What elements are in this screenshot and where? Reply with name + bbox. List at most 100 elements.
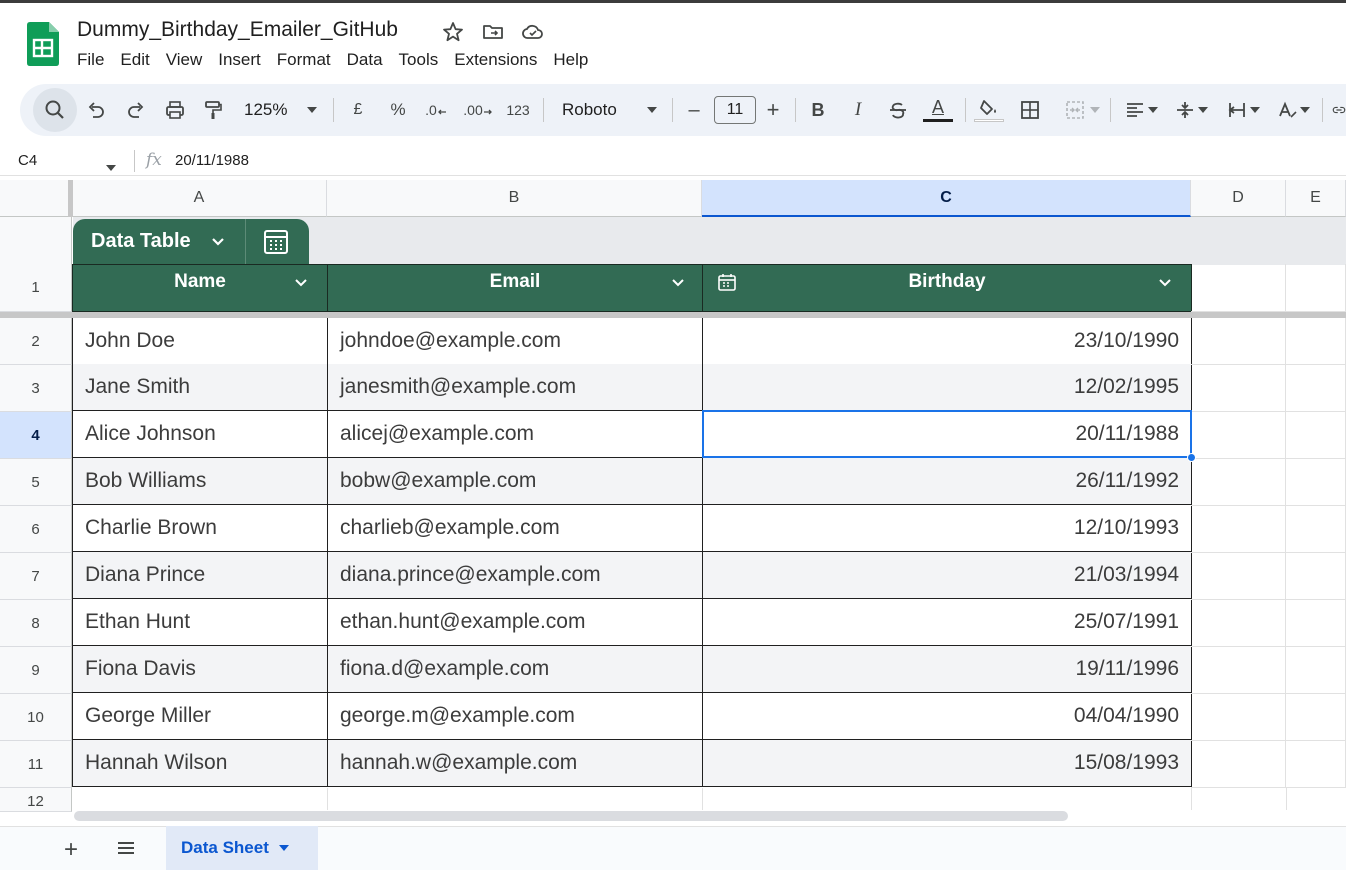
column-header-d[interactable]: D xyxy=(1191,180,1286,217)
table-calculator-icon[interactable] xyxy=(262,228,290,261)
cell-email[interactable]: hannah.w@example.com xyxy=(327,740,703,787)
menu-file[interactable]: File xyxy=(77,50,104,72)
document-title[interactable]: Dummy_Birthday_Emailer_GitHub xyxy=(77,18,398,42)
select-all-corner[interactable] xyxy=(0,180,72,217)
empty-cell[interactable] xyxy=(1286,741,1346,788)
cell-name[interactable]: George Miller xyxy=(72,693,328,740)
decrease-font-size-button[interactable]: – xyxy=(682,96,706,124)
cell-birthday-selected[interactable]: 20/11/1988 xyxy=(702,411,1192,458)
empty-cell[interactable] xyxy=(1286,365,1346,412)
empty-cell[interactable] xyxy=(1286,506,1346,553)
text-rotation-button[interactable] xyxy=(1272,96,1314,124)
vertical-align-button[interactable] xyxy=(1170,96,1212,124)
name-box-caret-icon[interactable] xyxy=(106,158,116,176)
menu-tools[interactable]: Tools xyxy=(399,50,439,72)
cell-name[interactable]: Ethan Hunt xyxy=(72,599,328,646)
redo-button[interactable] xyxy=(124,96,148,124)
font-size-input[interactable]: 11 xyxy=(714,96,756,124)
all-sheets-menu-icon[interactable] xyxy=(116,838,136,863)
empty-cell[interactable] xyxy=(1286,318,1346,365)
empty-cell[interactable] xyxy=(1286,264,1346,312)
sheets-logo-icon[interactable] xyxy=(27,22,59,66)
print-button[interactable] xyxy=(163,96,187,124)
empty-cell[interactable] xyxy=(1191,412,1286,459)
cell-birthday[interactable]: 04/04/1990 xyxy=(702,693,1192,740)
empty-cell[interactable] xyxy=(1191,318,1286,365)
row-header-1[interactable]: 1 xyxy=(0,264,72,312)
cell-birthday[interactable]: 23/10/1990 xyxy=(702,318,1192,365)
cell-email[interactable]: johndoe@example.com xyxy=(327,318,703,365)
move-folder-icon[interactable] xyxy=(481,20,505,44)
cell-birthday[interactable]: 12/10/1993 xyxy=(702,505,1192,552)
decrease-decimal-button[interactable]: .0 xyxy=(422,96,450,124)
cell-email[interactable]: alicej@example.com xyxy=(327,411,703,458)
cell-email[interactable]: charlieb@example.com xyxy=(327,505,703,552)
add-sheet-button[interactable]: + xyxy=(64,836,78,864)
empty-cell[interactable] xyxy=(1191,694,1286,741)
cell-email[interactable]: fiona.d@example.com xyxy=(327,646,703,693)
menu-help[interactable]: Help xyxy=(553,50,588,72)
menu-format[interactable]: Format xyxy=(277,50,331,72)
empty-cell[interactable] xyxy=(1286,647,1346,694)
cell-email[interactable]: ethan.hunt@example.com xyxy=(327,599,703,646)
row-header-12[interactable]: 12 xyxy=(0,788,72,812)
empty-cell[interactable] xyxy=(1191,741,1286,788)
horizontal-align-button[interactable] xyxy=(1120,96,1162,124)
cell-birthday[interactable]: 15/08/1993 xyxy=(702,740,1192,787)
menu-view[interactable]: View xyxy=(166,50,203,72)
zoom-select[interactable]: 125% xyxy=(240,96,326,124)
cell-email[interactable]: bobw@example.com xyxy=(327,458,703,505)
row-header-7[interactable]: 7 xyxy=(0,553,72,600)
empty-cell[interactable] xyxy=(1286,459,1346,506)
cell-name[interactable]: Bob Williams xyxy=(72,458,328,505)
row-header-2[interactable]: 2 xyxy=(0,318,72,365)
cell-email[interactable]: george.m@example.com xyxy=(327,693,703,740)
menu-insert[interactable]: Insert xyxy=(218,50,261,72)
text-color-button[interactable]: A xyxy=(922,96,954,124)
cell-name[interactable]: Fiona Davis xyxy=(72,646,328,693)
row-header-11[interactable]: 11 xyxy=(0,741,72,788)
increase-font-size-button[interactable]: + xyxy=(761,96,785,124)
cloud-saved-icon[interactable] xyxy=(521,20,545,44)
empty-cell[interactable] xyxy=(1191,647,1286,694)
table-header-email[interactable]: Email xyxy=(327,264,703,312)
empty-cell[interactable] xyxy=(1191,365,1286,412)
sheet-tab-data-sheet[interactable]: Data Sheet xyxy=(166,826,318,870)
row-header-3[interactable]: 3 xyxy=(0,365,72,412)
formula-input[interactable]: 20/11/1988 xyxy=(175,152,249,169)
insert-link-button[interactable] xyxy=(1332,96,1346,124)
italic-button[interactable]: I xyxy=(846,96,870,124)
cell-email[interactable]: diana.prince@example.com xyxy=(327,552,703,599)
horizontal-scrollbar[interactable] xyxy=(74,811,1068,821)
row-header-10[interactable]: 10 xyxy=(0,694,72,741)
row-header-5[interactable]: 5 xyxy=(0,459,72,506)
star-icon[interactable] xyxy=(441,20,465,44)
table-name[interactable]: Data Table xyxy=(91,230,191,253)
cell-email[interactable]: janesmith@example.com xyxy=(327,364,703,411)
cell-birthday[interactable]: 25/07/1991 xyxy=(702,599,1192,646)
menu-edit[interactable]: Edit xyxy=(120,50,149,72)
column-header-e[interactable]: E xyxy=(1286,180,1346,217)
format-percent-button[interactable]: % xyxy=(386,96,410,124)
row-header-9[interactable]: 9 xyxy=(0,647,72,694)
table-header-name[interactable]: Name xyxy=(72,264,328,312)
format-currency-button[interactable]: £ xyxy=(346,96,370,124)
empty-cell[interactable] xyxy=(1191,459,1286,506)
undo-button[interactable] xyxy=(84,96,108,124)
cell-name[interactable]: Diana Prince xyxy=(72,552,328,599)
row-header-4[interactable]: 4 xyxy=(0,412,72,459)
font-select[interactable]: Roboto xyxy=(556,96,662,124)
borders-button[interactable] xyxy=(1018,96,1042,124)
caret-down-icon[interactable] xyxy=(278,845,289,851)
menu-data[interactable]: Data xyxy=(347,50,383,72)
empty-cell[interactable] xyxy=(1191,600,1286,647)
cell-name[interactable]: Alice Johnson xyxy=(72,411,328,458)
cell-birthday[interactable]: 12/02/1995 xyxy=(702,364,1192,411)
cell-name[interactable]: Hannah Wilson xyxy=(72,740,328,787)
bold-button[interactable]: B xyxy=(806,96,830,124)
column-header-a[interactable]: A xyxy=(72,180,327,217)
cell-birthday[interactable]: 26/11/1992 xyxy=(702,458,1192,505)
name-box[interactable]: C4 xyxy=(18,152,37,169)
cell-birthday[interactable]: 21/03/1994 xyxy=(702,552,1192,599)
cell-birthday[interactable]: 19/11/1996 xyxy=(702,646,1192,693)
